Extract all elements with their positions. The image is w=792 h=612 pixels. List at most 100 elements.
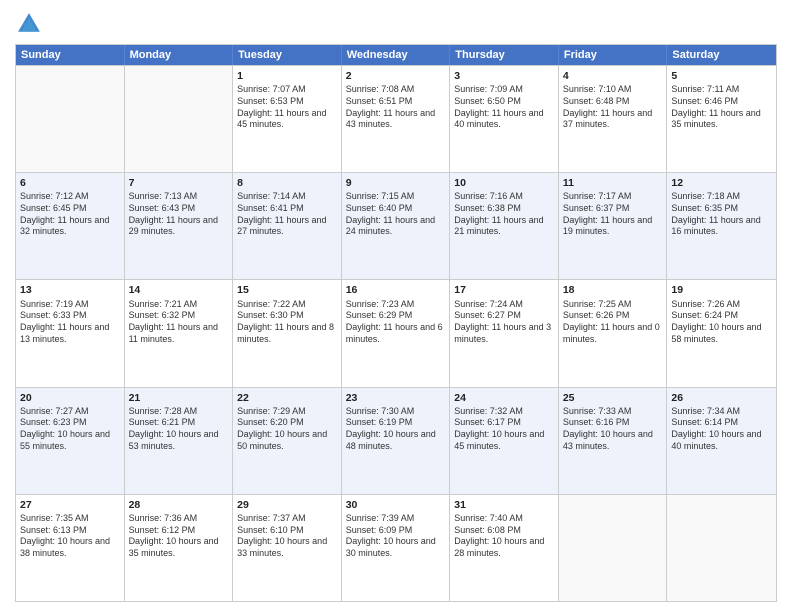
cell-info: Sunrise: 7:26 AM Sunset: 6:24 PM Dayligh… — [671, 299, 772, 346]
cell-info: Sunrise: 7:08 AM Sunset: 6:51 PM Dayligh… — [346, 84, 446, 131]
logo — [15, 10, 47, 38]
page: SundayMondayTuesdayWednesdayThursdayFrid… — [0, 0, 792, 612]
calendar-header-row: SundayMondayTuesdayWednesdayThursdayFrid… — [16, 45, 776, 65]
cell-day-number: 19 — [671, 283, 772, 297]
calendar-cell-4-1: 20Sunrise: 7:27 AM Sunset: 6:23 PM Dayli… — [16, 388, 125, 494]
cell-info: Sunrise: 7:29 AM Sunset: 6:20 PM Dayligh… — [237, 406, 337, 453]
calendar-cell-4-2: 21Sunrise: 7:28 AM Sunset: 6:21 PM Dayli… — [125, 388, 234, 494]
cell-day-number: 5 — [671, 69, 772, 83]
cell-info: Sunrise: 7:18 AM Sunset: 6:35 PM Dayligh… — [671, 191, 772, 238]
cell-day-number: 15 — [237, 283, 337, 297]
cell-info: Sunrise: 7:27 AM Sunset: 6:23 PM Dayligh… — [20, 406, 120, 453]
cell-info: Sunrise: 7:36 AM Sunset: 6:12 PM Dayligh… — [129, 513, 229, 560]
cell-day-number: 25 — [563, 391, 663, 405]
calendar-week-2: 6Sunrise: 7:12 AM Sunset: 6:45 PM Daylig… — [16, 172, 776, 279]
cell-info: Sunrise: 7:22 AM Sunset: 6:30 PM Dayligh… — [237, 299, 337, 346]
cell-day-number: 8 — [237, 176, 337, 190]
calendar-cell-3-1: 13Sunrise: 7:19 AM Sunset: 6:33 PM Dayli… — [16, 280, 125, 386]
cell-day-number: 12 — [671, 176, 772, 190]
cell-info: Sunrise: 7:34 AM Sunset: 6:14 PM Dayligh… — [671, 406, 772, 453]
cell-day-number: 24 — [454, 391, 554, 405]
cell-info: Sunrise: 7:33 AM Sunset: 6:16 PM Dayligh… — [563, 406, 663, 453]
calendar-header-wednesday: Wednesday — [342, 45, 451, 65]
cell-day-number: 28 — [129, 498, 229, 512]
calendar-cell-4-7: 26Sunrise: 7:34 AM Sunset: 6:14 PM Dayli… — [667, 388, 776, 494]
calendar-cell-5-5: 31Sunrise: 7:40 AM Sunset: 6:08 PM Dayli… — [450, 495, 559, 601]
cell-info: Sunrise: 7:23 AM Sunset: 6:29 PM Dayligh… — [346, 299, 446, 346]
calendar-header-thursday: Thursday — [450, 45, 559, 65]
calendar-cell-4-6: 25Sunrise: 7:33 AM Sunset: 6:16 PM Dayli… — [559, 388, 668, 494]
calendar-cell-3-5: 17 Sunrise: 7:24 AM Sunset: 6:27 PM Dayli… — [450, 280, 559, 386]
calendar-cell-5-2: 28Sunrise: 7:36 AM Sunset: 6:12 PM Dayli… — [125, 495, 234, 601]
cell-info: Sunrise: 7:13 AM Sunset: 6:43 PM Dayligh… — [129, 191, 229, 238]
cell-day-number: 9 — [346, 176, 446, 190]
cell-info: Sunrise: 7:24 AM Sunset: 6:27 PM Dayligh… — [454, 299, 554, 346]
calendar-cell-1-4: 2Sunrise: 7:08 AM Sunset: 6:51 PM Daylig… — [342, 66, 451, 172]
cell-day-number: 3 — [454, 69, 554, 83]
cell-info: Sunrise: 7:40 AM Sunset: 6:08 PM Dayligh… — [454, 513, 554, 560]
calendar-cell-5-6 — [559, 495, 668, 601]
calendar-header-saturday: Saturday — [667, 45, 776, 65]
calendar-cell-4-3: 22Sunrise: 7:29 AM Sunset: 6:20 PM Dayli… — [233, 388, 342, 494]
calendar-header-sunday: Sunday — [16, 45, 125, 65]
cell-info: Sunrise: 7:17 AM Sunset: 6:37 PM Dayligh… — [563, 191, 663, 238]
calendar-cell-5-7 — [667, 495, 776, 601]
logo-icon — [15, 10, 43, 38]
calendar-cell-1-2 — [125, 66, 234, 172]
cell-day-number: 2 — [346, 69, 446, 83]
cell-day-number: 14 — [129, 283, 229, 297]
calendar-cell-2-3: 8Sunrise: 7:14 AM Sunset: 6:41 PM Daylig… — [233, 173, 342, 279]
cell-day-number: 30 — [346, 498, 446, 512]
cell-info: Sunrise: 7:30 AM Sunset: 6:19 PM Dayligh… — [346, 406, 446, 453]
calendar-cell-3-3: 15 Sunrise: 7:22 AM Sunset: 6:30 PM Dayli… — [233, 280, 342, 386]
calendar-week-1: 1Sunrise: 7:07 AM Sunset: 6:53 PM Daylig… — [16, 65, 776, 172]
calendar-cell-3-4: 16Sunrise: 7:23 AM Sunset: 6:29 PM Dayli… — [342, 280, 451, 386]
calendar-week-4: 20Sunrise: 7:27 AM Sunset: 6:23 PM Dayli… — [16, 387, 776, 494]
calendar-cell-2-2: 7Sunrise: 7:13 AM Sunset: 6:43 PM Daylig… — [125, 173, 234, 279]
calendar-cell-1-1 — [16, 66, 125, 172]
calendar-cell-1-7: 5Sunrise: 7:11 AM Sunset: 6:46 PM Daylig… — [667, 66, 776, 172]
calendar-header-tuesday: Tuesday — [233, 45, 342, 65]
calendar-cell-3-6: 18Sunrise: 7:25 AM Sunset: 6:26 PM Dayli… — [559, 280, 668, 386]
calendar-cell-3-7: 19 Sunrise: 7:26 AM Sunset: 6:24 PM Dayli… — [667, 280, 776, 386]
cell-day-number: 23 — [346, 391, 446, 405]
calendar-cell-2-1: 6Sunrise: 7:12 AM Sunset: 6:45 PM Daylig… — [16, 173, 125, 279]
cell-day-number: 17 — [454, 283, 554, 297]
calendar-cell-2-6: 11Sunrise: 7:17 AM Sunset: 6:37 PM Dayli… — [559, 173, 668, 279]
cell-info: Sunrise: 7:15 AM Sunset: 6:40 PM Dayligh… — [346, 191, 446, 238]
cell-day-number: 20 — [20, 391, 120, 405]
calendar-header-monday: Monday — [125, 45, 234, 65]
cell-day-number: 21 — [129, 391, 229, 405]
calendar-cell-2-5: 10Sunrise: 7:16 AM Sunset: 6:38 PM Dayli… — [450, 173, 559, 279]
cell-info: Sunrise: 7:21 AM Sunset: 6:32 PM Dayligh… — [129, 299, 229, 346]
cell-day-number: 6 — [20, 176, 120, 190]
calendar-body: 1Sunrise: 7:07 AM Sunset: 6:53 PM Daylig… — [16, 65, 776, 601]
header — [15, 10, 777, 38]
cell-info: Sunrise: 7:12 AM Sunset: 6:45 PM Dayligh… — [20, 191, 120, 238]
cell-day-number: 29 — [237, 498, 337, 512]
cell-day-number: 7 — [129, 176, 229, 190]
calendar-cell-5-3: 29Sunrise: 7:37 AM Sunset: 6:10 PM Dayli… — [233, 495, 342, 601]
calendar-cell-3-2: 14 Sunrise: 7:21 AM Sunset: 6:32 PM Dayli… — [125, 280, 234, 386]
cell-day-number: 22 — [237, 391, 337, 405]
calendar-week-5: 27Sunrise: 7:35 AM Sunset: 6:13 PM Dayli… — [16, 494, 776, 601]
calendar-cell-4-4: 23Sunrise: 7:30 AM Sunset: 6:19 PM Dayli… — [342, 388, 451, 494]
cell-day-number: 13 — [20, 283, 120, 297]
cell-info: Sunrise: 7:28 AM Sunset: 6:21 PM Dayligh… — [129, 406, 229, 453]
cell-info: Sunrise: 7:32 AM Sunset: 6:17 PM Dayligh… — [454, 406, 554, 453]
calendar-cell-4-5: 24Sunrise: 7:32 AM Sunset: 6:17 PM Dayli… — [450, 388, 559, 494]
cell-info: Sunrise: 7:10 AM Sunset: 6:48 PM Dayligh… — [563, 84, 663, 131]
cell-day-number: 27 — [20, 498, 120, 512]
cell-day-number: 26 — [671, 391, 772, 405]
calendar: SundayMondayTuesdayWednesdayThursdayFrid… — [15, 44, 777, 602]
cell-day-number: 18 — [563, 283, 663, 297]
cell-info: Sunrise: 7:39 AM Sunset: 6:09 PM Dayligh… — [346, 513, 446, 560]
cell-info: Sunrise: 7:37 AM Sunset: 6:10 PM Dayligh… — [237, 513, 337, 560]
cell-info: Sunrise: 7:14 AM Sunset: 6:41 PM Dayligh… — [237, 191, 337, 238]
calendar-cell-2-4: 9Sunrise: 7:15 AM Sunset: 6:40 PM Daylig… — [342, 173, 451, 279]
calendar-week-3: 13Sunrise: 7:19 AM Sunset: 6:33 PM Dayli… — [16, 279, 776, 386]
cell-info: Sunrise: 7:09 AM Sunset: 6:50 PM Dayligh… — [454, 84, 554, 131]
cell-info: Sunrise: 7:11 AM Sunset: 6:46 PM Dayligh… — [671, 84, 772, 131]
calendar-cell-1-6: 4Sunrise: 7:10 AM Sunset: 6:48 PM Daylig… — [559, 66, 668, 172]
calendar-cell-1-5: 3Sunrise: 7:09 AM Sunset: 6:50 PM Daylig… — [450, 66, 559, 172]
